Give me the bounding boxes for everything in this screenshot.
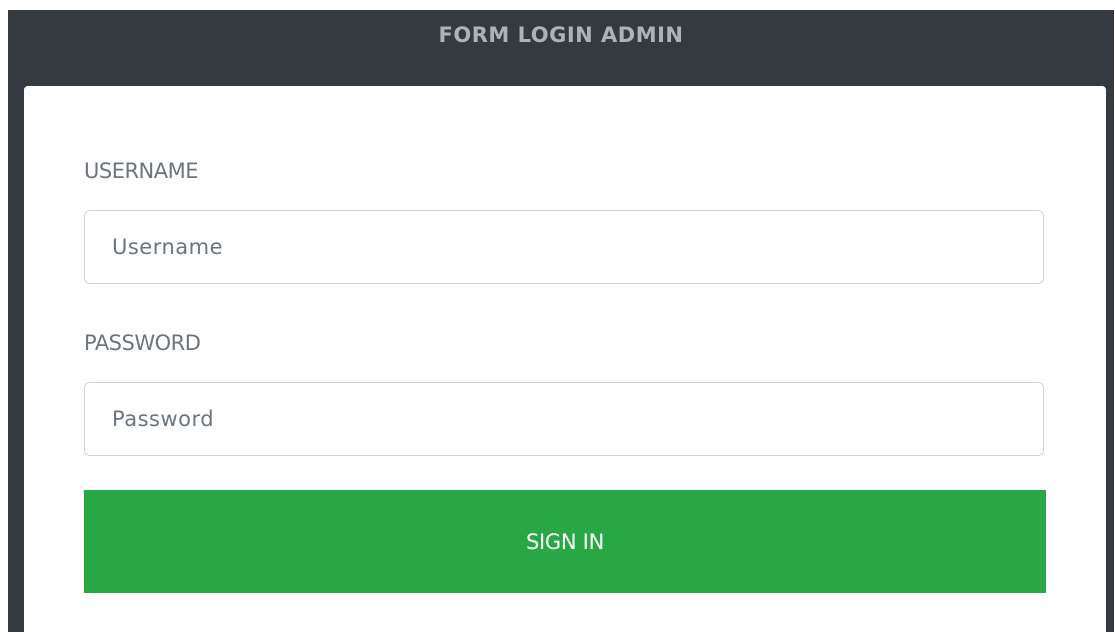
login-page: FORM LOGIN ADMIN USERNAME PASSWORD SIGN …: [0, 0, 1115, 632]
password-input[interactable]: [84, 382, 1044, 456]
form-title: FORM LOGIN ADMIN: [438, 23, 684, 47]
username-input[interactable]: [84, 210, 1044, 284]
password-label: PASSWORD: [84, 331, 201, 355]
login-form-card: USERNAME PASSWORD SIGN IN: [24, 86, 1106, 632]
login-panel: FORM LOGIN ADMIN USERNAME PASSWORD SIGN …: [8, 10, 1114, 632]
username-label: USERNAME: [84, 159, 199, 183]
login-header: FORM LOGIN ADMIN: [8, 10, 1114, 86]
sign-in-button[interactable]: SIGN IN: [84, 490, 1046, 593]
